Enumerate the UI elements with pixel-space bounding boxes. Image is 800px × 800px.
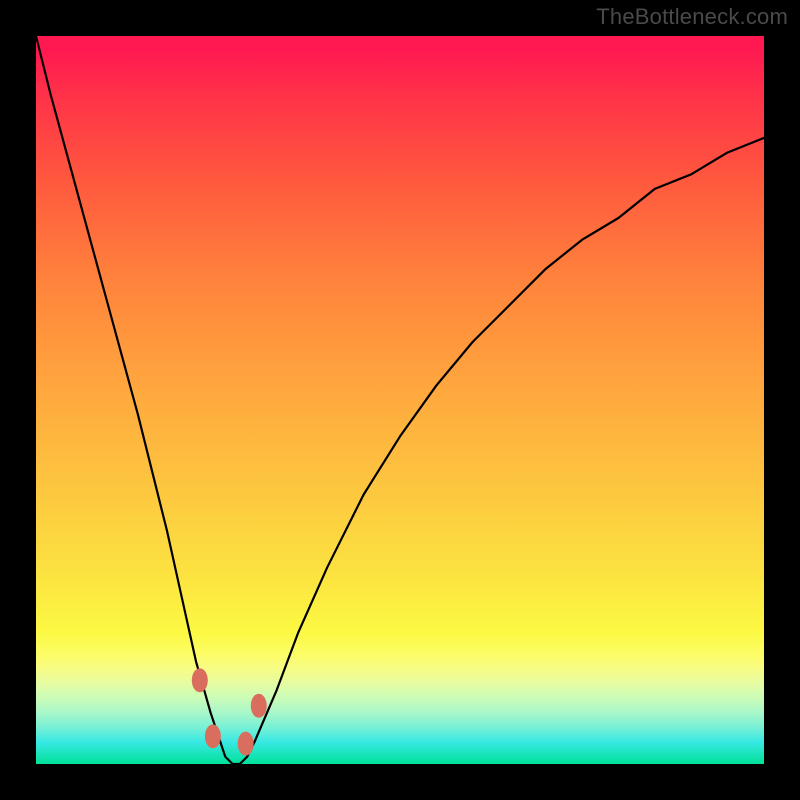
bottleneck-curve	[36, 36, 764, 764]
plot-area	[36, 36, 764, 764]
marker-point	[192, 668, 208, 692]
figure-root: TheBottleneck.com	[0, 0, 800, 800]
curve-markers	[192, 668, 267, 755]
chart-svg	[36, 36, 764, 764]
watermark-text: TheBottleneck.com	[596, 4, 788, 30]
marker-point	[238, 732, 254, 756]
marker-point	[205, 724, 221, 748]
marker-point	[251, 694, 267, 718]
